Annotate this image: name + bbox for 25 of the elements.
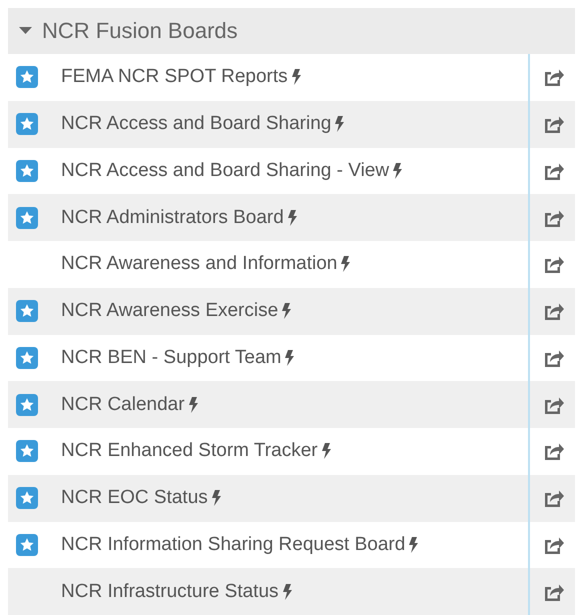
bolt-icon	[188, 396, 198, 413]
bolt-icon	[335, 116, 344, 132]
board-name[interactable]: NCR EOC Status	[61, 487, 208, 510]
bolt-icon	[282, 303, 292, 320]
bolt-icon	[292, 69, 301, 86]
board-name[interactable]: NCR Infrastructure Status	[61, 580, 279, 603]
board-name[interactable]: NCR Enhanced Storm Tracker	[61, 440, 318, 462]
bolt-icon	[282, 584, 292, 600]
bolt-icon	[341, 256, 350, 272]
board-name[interactable]: NCR Awareness and Information	[61, 253, 338, 276]
board-name[interactable]: NCR BEN - Support Team	[61, 346, 282, 369]
board-name[interactable]: NCR Awareness Exercise	[61, 300, 278, 322]
board-name[interactable]: NCR Administrators Board	[61, 206, 284, 229]
bolt-icon	[409, 536, 418, 553]
caret-icon[interactable]	[19, 27, 32, 35]
board-name[interactable]: NCR Information Sharing Request Board	[61, 534, 406, 556]
bolt-icon	[322, 443, 331, 460]
bolt-icon	[212, 490, 221, 506]
group-title: NCR Fusion Boards	[42, 18, 238, 44]
bolt-icon	[393, 162, 402, 179]
board-name[interactable]: NCR Access and Board Sharing - View	[61, 160, 390, 182]
board-name[interactable]: FEMA NCR SPOT Reports	[61, 66, 288, 88]
board-name[interactable]: NCR Calendar	[61, 394, 185, 416]
bolt-icon	[288, 210, 297, 226]
bolt-icon	[285, 350, 294, 366]
